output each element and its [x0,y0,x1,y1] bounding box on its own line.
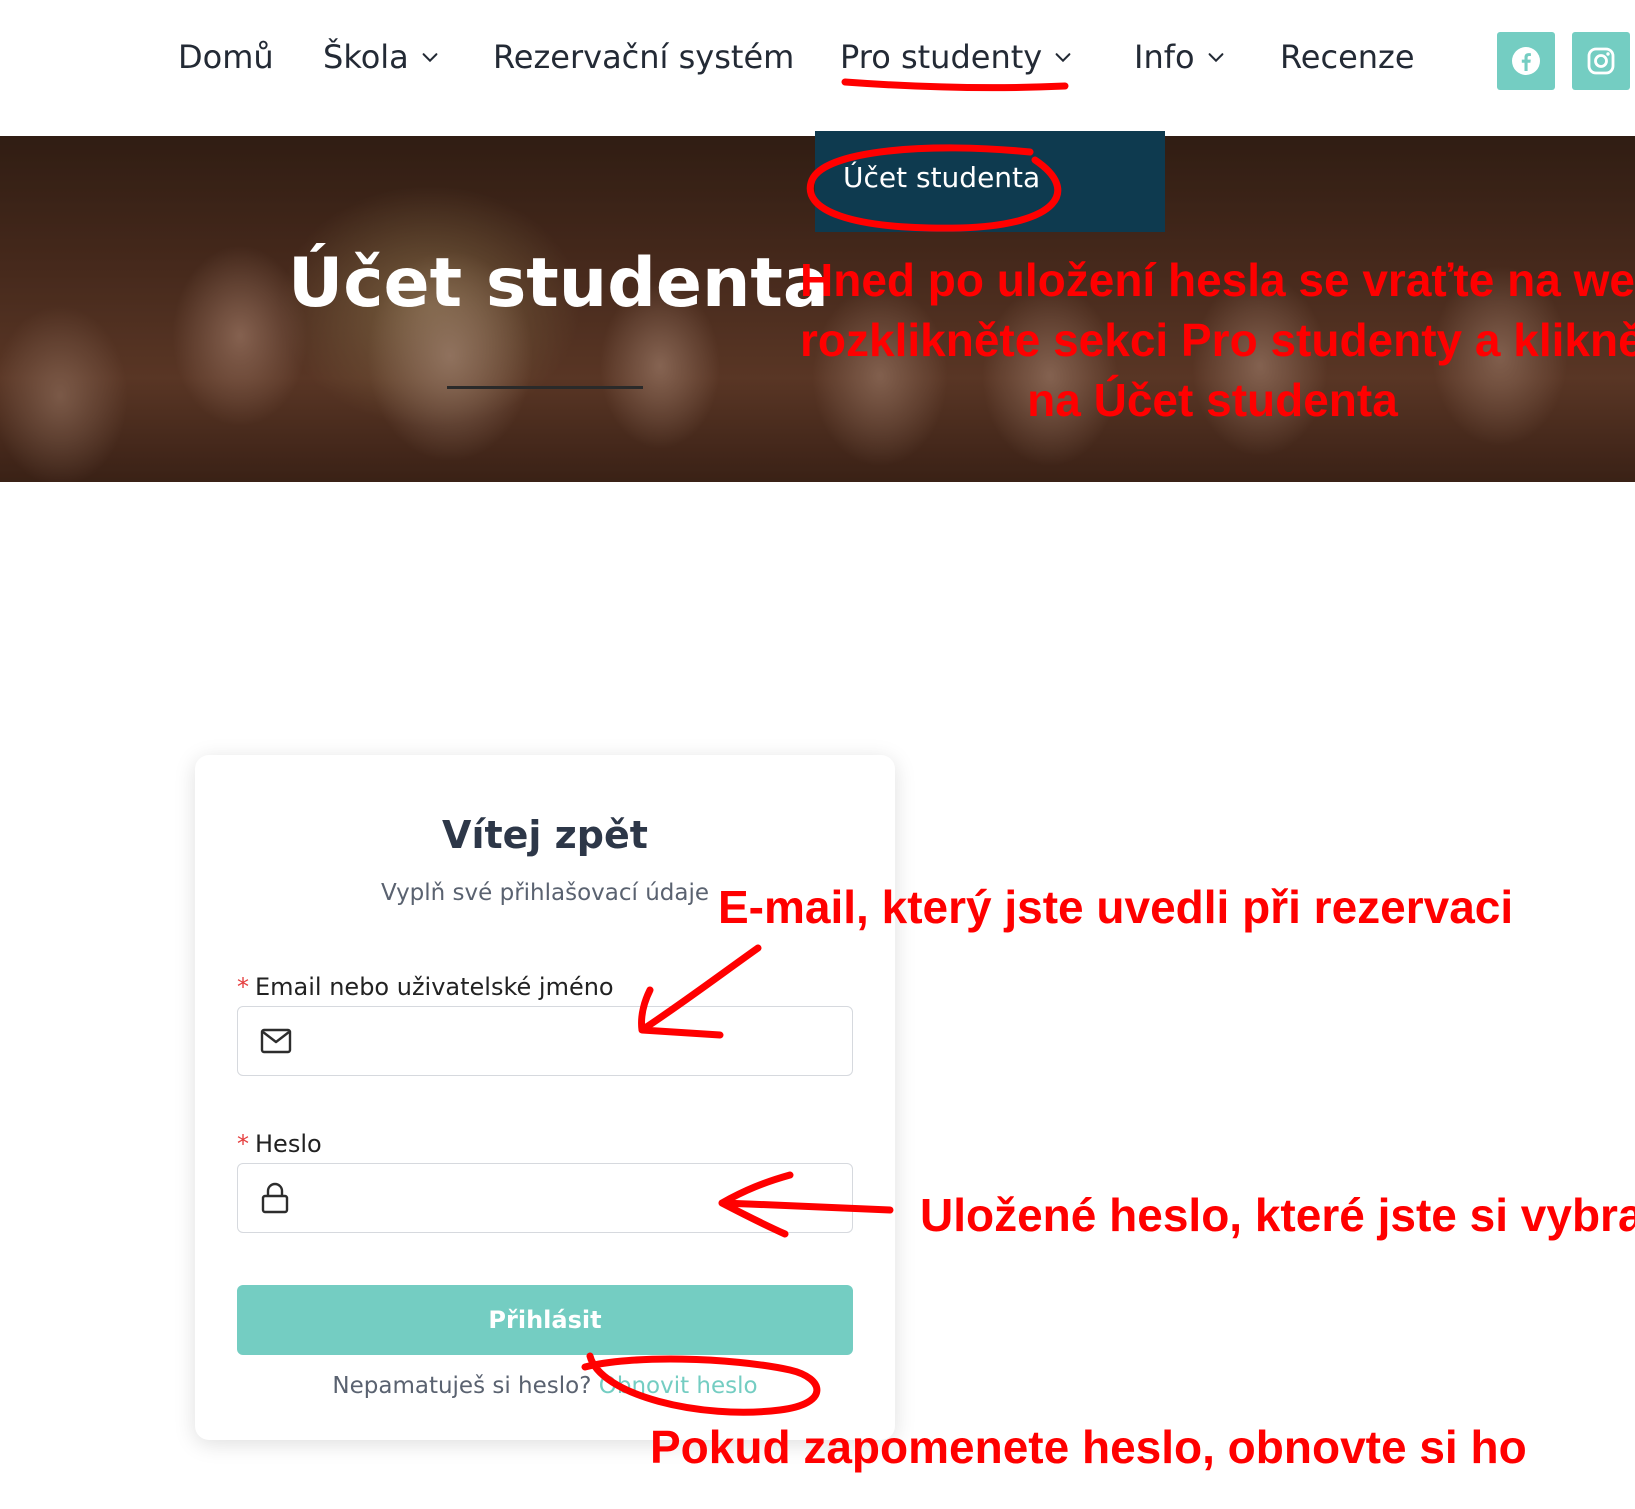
chevron-down-icon [1055,53,1071,63]
forgot-password-row: Nepamatuješ si heslo? Obnovit heslo [195,1373,895,1399]
instagram-icon [1587,47,1615,75]
required-mark: * [237,1130,249,1158]
nav-item-label: Škola [323,38,409,76]
dropdown-item-ucet-studenta[interactable]: Účet studenta [843,161,1040,194]
pro-studenty-dropdown: Účet studenta [815,131,1165,232]
instagram-button[interactable] [1572,32,1630,90]
nav-item-domu[interactable]: Domů [178,38,274,76]
hero-note-line: na Účet studenta [1027,374,1398,426]
login-card: Vítej zpět Vyplň své přihlašovací údaje … [195,755,895,1440]
reset-password-link[interactable]: Obnovit heslo [599,1373,758,1399]
hero-note-line: Hned po uložení hesla se vraťte na web, [800,254,1635,306]
forgot-password-text: Nepamatuješ si heslo? [332,1373,592,1399]
nav-item-label: Rezervační systém [493,38,795,76]
login-button[interactable]: Přihlásit [237,1285,853,1355]
login-title: Vítej zpět [442,813,648,857]
nav-item-skola[interactable]: Škola [323,38,441,76]
hero-instruction-note: Hned po uložení hesla se vraťte na web, … [800,250,1635,430]
required-mark: * [237,973,249,1001]
nav-item-label: Pro studenty [840,38,1043,76]
nav-item-info[interactable]: Info [1134,38,1227,76]
hero-note-line: rozklikněte sekci Pro studenty a kliknět… [800,314,1635,366]
email-field[interactable] [237,1006,853,1076]
email-label-text: Email nebo uživatelské jméno [255,973,614,1001]
password-label: * Heslo [237,1130,322,1158]
envelope-icon [260,1028,292,1054]
email-label: * Email nebo uživatelské jméno [237,973,614,1001]
nav-item-label: Info [1134,38,1195,76]
password-input[interactable] [306,1164,852,1232]
password-label-text: Heslo [255,1130,322,1158]
lock-icon [261,1182,289,1214]
forgot-instruction-note: Pokud zapomenete heslo, obnovte si ho [650,1421,1527,1473]
nav-item-recenze[interactable]: Recenze [1280,38,1415,76]
nav-item-label: Recenze [1280,38,1415,76]
email-instruction-note: E-mail, který jste uvedli při rezervaci [718,881,1514,933]
page-title: Účet studenta [288,244,829,323]
facebook-button[interactable] [1497,32,1555,90]
nav-item-label: Domů [178,38,274,76]
password-field[interactable] [237,1163,853,1233]
email-input[interactable] [308,1007,852,1075]
chevron-down-icon [1208,53,1223,63]
title-underline-divider [447,386,643,389]
password-instruction-note: Uložené heslo, které jste si vybrali [920,1189,1635,1241]
nav-item-rezervacni-system[interactable]: Rezervační systém [493,38,794,76]
facebook-icon [1512,47,1540,75]
chevron-down-icon [422,53,438,63]
site-header: Domů Škola Rezervační systém Pro student… [0,0,1635,136]
nav-item-pro-studenty[interactable]: Pro studenty [840,38,1074,76]
